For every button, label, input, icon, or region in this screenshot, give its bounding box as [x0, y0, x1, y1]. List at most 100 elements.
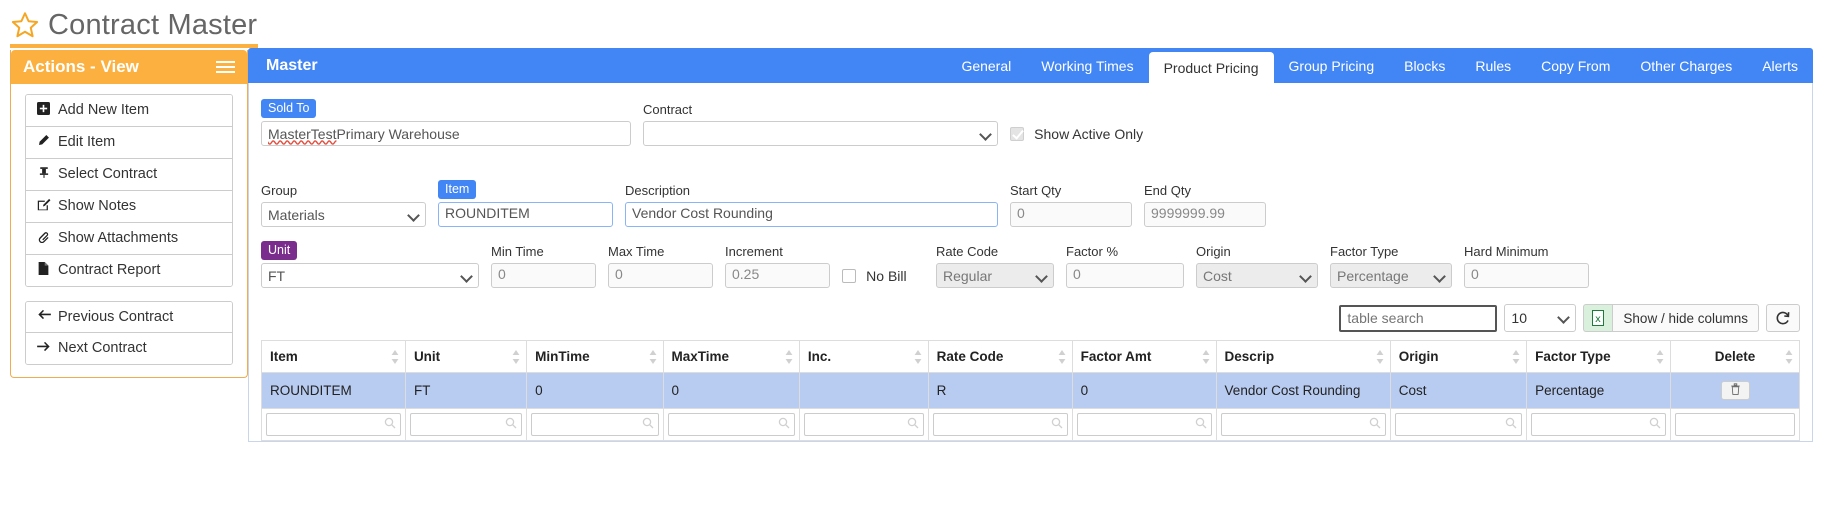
cell-inc: [799, 372, 929, 409]
filter-cell-inc: [799, 408, 929, 441]
hamburger-icon[interactable]: [216, 61, 235, 73]
filter-input-rate-code[interactable]: [932, 413, 1068, 436]
group-select-wrap: Materials: [261, 202, 426, 227]
column-header-maxtime[interactable]: MaxTime: [663, 340, 800, 373]
filter-input-inc[interactable]: [803, 413, 924, 436]
column-header-item[interactable]: Item: [261, 340, 406, 373]
max-time-input[interactable]: 0: [608, 263, 713, 288]
column-header-inc[interactable]: Inc.: [799, 340, 929, 373]
cell-item: ROUNDITEM: [261, 372, 406, 409]
end-qty-field: End Qty 9999999.99: [1144, 183, 1266, 227]
show-active-only-label: Show Active Only: [1034, 126, 1144, 142]
contract-select-wrap: [643, 121, 998, 146]
tab-general[interactable]: General: [946, 48, 1026, 83]
filter-input-descrip[interactable]: [1220, 413, 1386, 436]
sidebar-item-show-attachments[interactable]: Show Attachments: [26, 222, 232, 255]
sort-icon: [1512, 349, 1520, 364]
min-time-label: Min Time: [491, 244, 544, 260]
filter-input-unit[interactable]: [409, 413, 523, 436]
filter-cell-maxtime: [663, 408, 800, 441]
sort-icon: [1785, 349, 1793, 364]
factor-type-field: Factor Type Percentage: [1330, 244, 1452, 288]
tab-product-pricing[interactable]: Product Pricing: [1148, 52, 1274, 83]
item-input[interactable]: ROUNDITEM: [438, 202, 613, 227]
sidebar-item-show-notes[interactable]: Show Notes: [26, 190, 232, 223]
show-hide-columns-button[interactable]: Show / hide columns: [1612, 304, 1759, 332]
tab-working-times[interactable]: Working Times: [1026, 48, 1148, 83]
sidebar-item-label: Select Contract: [58, 166, 158, 182]
thumbtack-icon: [36, 166, 51, 183]
sidebar-item-next-contract[interactable]: Next Contract: [26, 333, 232, 364]
sidebar-item-label: Edit Item: [58, 134, 116, 151]
sidebar-item-add-new-item[interactable]: Add New Item: [26, 95, 232, 127]
tab-blocks[interactable]: Blocks: [1389, 48, 1460, 83]
min-time-field: Min Time 0: [491, 244, 596, 288]
column-header-unit[interactable]: Unit: [405, 340, 528, 373]
factor-pct-input[interactable]: 0: [1066, 263, 1184, 288]
tab-copy-from[interactable]: Copy From: [1526, 48, 1625, 83]
filter-cell-delete: [1670, 408, 1800, 441]
sidebar-item-previous-contract[interactable]: Previous Contract: [26, 301, 232, 334]
sidebar-item-select-contract[interactable]: Select Contract: [26, 158, 232, 191]
column-header-delete[interactable]: Delete: [1670, 340, 1800, 373]
description-input[interactable]: Vendor Cost Rounding: [625, 202, 998, 227]
tab-rules[interactable]: Rules: [1460, 48, 1526, 83]
column-header-factor-type[interactable]: Factor Type: [1526, 340, 1672, 373]
table-search-input[interactable]: [1339, 304, 1498, 332]
tab-group-pricing[interactable]: Group Pricing: [1274, 48, 1390, 83]
unit-select[interactable]: FT: [261, 263, 479, 288]
table-row[interactable]: ROUNDITEM FT 0 0 R 0 Vendor Cost Roundin…: [261, 372, 1800, 409]
tab-other-charges[interactable]: Other Charges: [1625, 48, 1747, 83]
column-header-mintime[interactable]: MinTime: [526, 340, 664, 373]
actions-header: Actions - View: [11, 50, 247, 84]
refresh-icon[interactable]: [1766, 304, 1800, 332]
page-shell: Actions - View Add New Item Edit Item Se…: [0, 48, 1821, 442]
show-active-only-checkbox[interactable]: [1010, 127, 1024, 141]
sidebar-item-label: Show Notes: [58, 197, 137, 214]
max-time-field: Max Time 0: [608, 244, 713, 288]
star-outline-icon[interactable]: [10, 10, 40, 40]
tab-alerts[interactable]: Alerts: [1747, 48, 1813, 83]
excel-export-icon[interactable]: x: [1583, 304, 1613, 332]
filter-input-maxtime[interactable]: [667, 413, 795, 436]
contract-select[interactable]: [643, 121, 998, 146]
increment-label: Increment: [725, 244, 783, 260]
start-qty-input[interactable]: 0: [1010, 202, 1132, 227]
no-bill-checkbox[interactable]: [842, 269, 856, 283]
table-header-row: Item Unit MinTime MaxTime Inc. Rate Code…: [261, 340, 1800, 373]
column-header-descrip[interactable]: Descrip: [1216, 340, 1391, 373]
cell-rate-code: R: [928, 372, 1073, 409]
paperclip-icon: [36, 230, 51, 247]
sidebar-item-contract-report[interactable]: Contract Report: [26, 254, 232, 286]
sort-icon: [914, 349, 922, 364]
increment-input[interactable]: 0.25: [725, 263, 830, 288]
filter-input-origin[interactable]: [1394, 413, 1523, 436]
column-header-origin[interactable]: Origin: [1390, 340, 1528, 373]
item-field: Item ROUNDITEM: [438, 180, 613, 227]
filter-input-delete[interactable]: [1675, 413, 1795, 436]
actions-title: Actions - View: [23, 57, 139, 76]
edit-note-icon: [36, 198, 51, 215]
group-select[interactable]: Materials: [261, 202, 426, 227]
plus-square-icon: [36, 102, 51, 119]
sidebar-item-edit-item[interactable]: Edit Item: [26, 126, 232, 159]
sold-to-input[interactable]: MasterTest Primary Warehouse: [261, 121, 631, 146]
column-header-rate-code[interactable]: Rate Code: [928, 340, 1073, 373]
filter-input-mintime[interactable]: [531, 413, 659, 436]
end-qty-input[interactable]: 9999999.99: [1144, 202, 1266, 227]
hard-minimum-input[interactable]: 0: [1464, 263, 1589, 288]
min-time-input[interactable]: 0: [491, 263, 596, 288]
filter-input-item[interactable]: [266, 413, 401, 436]
page-length-select[interactable]: 10: [1504, 304, 1577, 332]
page-header: Contract Master: [0, 0, 1821, 44]
trash-icon[interactable]: [1720, 381, 1750, 400]
sort-icon: [1058, 349, 1066, 364]
start-qty-field: Start Qty 0: [1010, 183, 1132, 227]
filter-input-factor-amt[interactable]: [1076, 413, 1212, 436]
origin-select[interactable]: Cost: [1196, 263, 1318, 288]
description-field: Description Vendor Cost Rounding: [625, 183, 998, 227]
rate-code-select[interactable]: Regular: [936, 263, 1054, 288]
filter-input-factor-type[interactable]: [1531, 413, 1667, 436]
column-header-factor-amt[interactable]: Factor Amt: [1072, 340, 1217, 373]
factor-type-select[interactable]: Percentage: [1330, 263, 1452, 288]
